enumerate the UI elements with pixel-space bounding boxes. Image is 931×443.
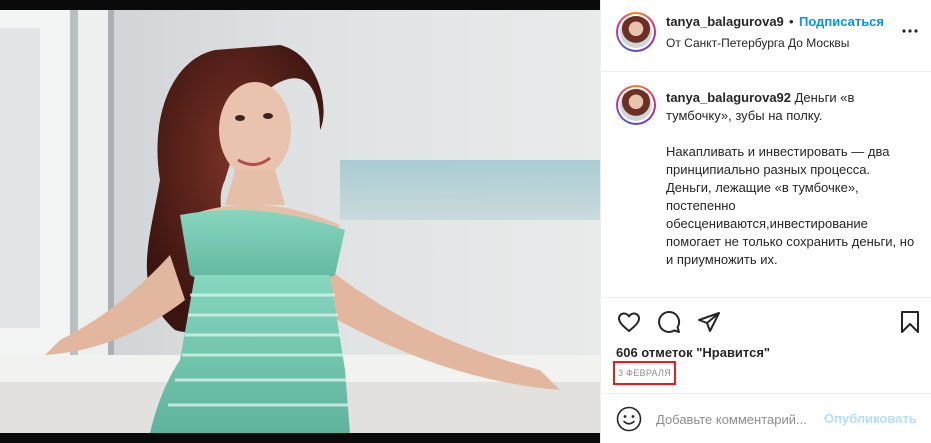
- caption: tanya_balagurova92 Деньги «в тумбочку», …: [666, 89, 918, 269]
- bookmark-icon[interactable]: [898, 310, 922, 334]
- post-header: tanya_balagurova9 • Подписаться От Санкт…: [601, 0, 931, 72]
- location-link[interactable]: От Санкт-Петербурга До Москвы: [666, 36, 849, 50]
- post-date[interactable]: 3 февраля: [613, 361, 676, 385]
- separator-dot: •: [789, 14, 794, 29]
- likes-count[interactable]: 606 отметок "Нравится": [616, 345, 770, 360]
- caption-text: Деньги «в тумбочку», зубы на полку. Нака…: [666, 90, 915, 267]
- comment-box: Опубликовать: [601, 393, 931, 443]
- more-horizontal-icon[interactable]: [901, 22, 919, 40]
- photo-bottom-border: [0, 433, 600, 443]
- emoji-icon[interactable]: [616, 406, 642, 432]
- avatar[interactable]: [616, 12, 656, 52]
- caption-username[interactable]: tanya_balagurova92: [666, 90, 791, 105]
- publish-button[interactable]: Опубликовать: [824, 411, 917, 426]
- photo-image: [0, 10, 600, 433]
- post-photo[interactable]: [0, 0, 600, 443]
- comment-input[interactable]: [656, 409, 816, 429]
- share-icon[interactable]: [697, 310, 721, 334]
- heart-icon[interactable]: [617, 310, 641, 334]
- comment-icon[interactable]: [657, 310, 681, 334]
- caption-area: tanya_balagurova92 Деньги «в тумбочку», …: [601, 73, 931, 297]
- follow-button[interactable]: Подписаться: [799, 14, 884, 29]
- author-username[interactable]: tanya_balagurova9: [666, 14, 784, 29]
- photo-top-border: [0, 0, 600, 10]
- caption-avatar[interactable]: [616, 85, 656, 125]
- post-side-panel: tanya_balagurova9 • Подписаться От Санкт…: [600, 0, 931, 443]
- actions-bar: 606 отметок "Нравится" 3 февраля: [601, 297, 931, 393]
